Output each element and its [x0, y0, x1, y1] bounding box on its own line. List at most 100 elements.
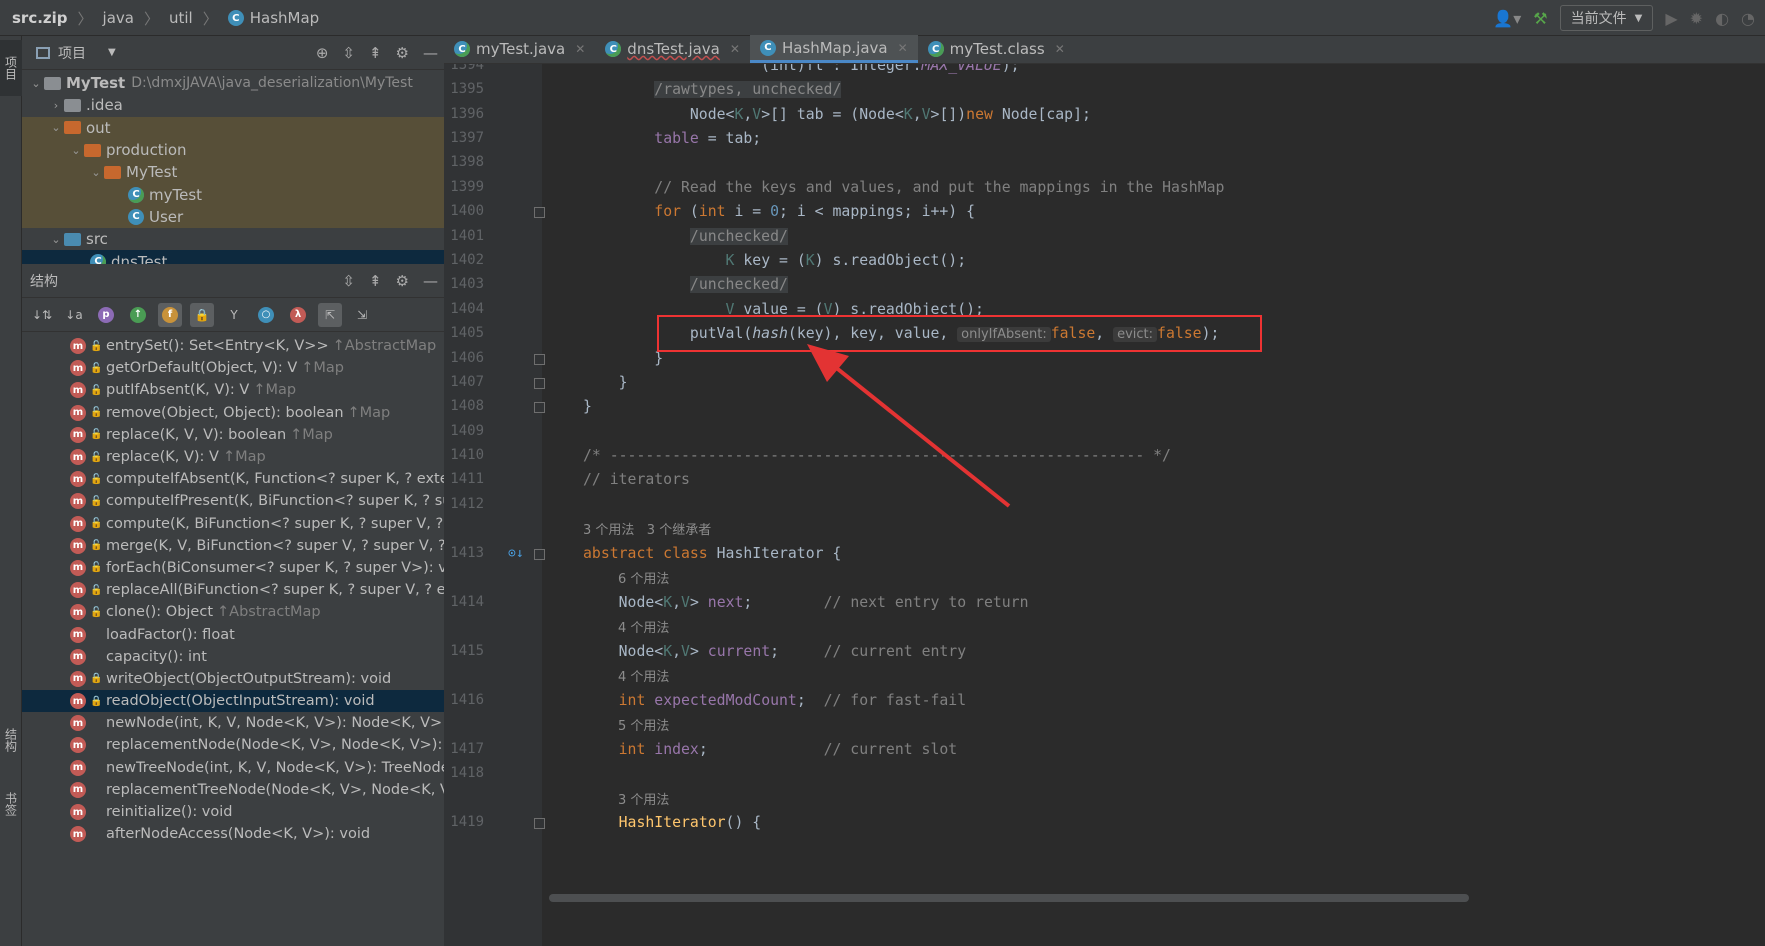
list-item[interactable]: m replacementNode(Node<K, V>, Node<K, V>… [22, 734, 444, 756]
list-item[interactable]: m afterNodeAccess(Node<K, V>): void [22, 823, 444, 845]
horizontal-scrollbar[interactable] [549, 894, 1469, 902]
collapse-all-icon[interactable]: ⇞ [369, 44, 382, 62]
tab-mytest-java[interactable]: CmyTest.java ✕ [444, 35, 595, 63]
fold-marker-icon[interactable] [534, 207, 545, 218]
method-icon: m [70, 537, 86, 554]
breadcrumb-class[interactable]: HashMap [250, 9, 319, 27]
tree-item-out[interactable]: ⌄ out [22, 116, 444, 139]
tab-mytest-class[interactable]: CmyTest.class ✕ [918, 35, 1075, 63]
show-lambdas-icon[interactable]: Y [222, 303, 246, 327]
tree-item-mytest-output[interactable]: ⌄ MyTest [22, 161, 444, 184]
show-anonymous-icon[interactable]: ○ [254, 303, 278, 327]
project-tool-tab[interactable]: 项目 [0, 40, 22, 96]
breadcrumb-zip[interactable]: src.zip [12, 9, 68, 27]
list-item[interactable]: m 🔓 replace(K, V): V ↑Map [22, 446, 444, 468]
close-icon[interactable]: ✕ [730, 42, 740, 56]
show-lambda-icon[interactable]: λ [286, 303, 310, 327]
list-item[interactable]: m 🔓 compute(K, BiFunction<? super K, ? sup… [22, 513, 444, 535]
chevron-down-icon[interactable]: ⌄ [68, 144, 84, 157]
list-item[interactable]: m newNode(int, K, V, Node<K, V>): Node<K… [22, 712, 444, 734]
chevron-down-icon[interactable]: ⌄ [48, 121, 64, 134]
implemented-marker-icon[interactable]: ⊙↓ [508, 546, 524, 561]
fold-marker-icon[interactable] [534, 354, 545, 365]
method-icon: m [70, 382, 86, 399]
chevron-down-icon[interactable]: ▼ [108, 47, 116, 58]
fold-marker-icon[interactable] [534, 818, 545, 829]
close-icon[interactable]: ✕ [898, 41, 908, 55]
tree-item-production[interactable]: ⌄ production [22, 138, 444, 162]
project-panel-title[interactable]: 项目 [58, 43, 86, 63]
gear-icon[interactable]: ⚙ [396, 272, 409, 290]
user-icon[interactable]: 👤▾ [1493, 9, 1521, 28]
line-number: 1407 [450, 374, 484, 390]
profile-icon[interactable]: ◔ [1741, 9, 1755, 28]
minimize-icon[interactable]: — [423, 272, 438, 290]
list-item[interactable]: m 🔓 clone(): Object ↑AbstractMap [22, 601, 444, 623]
expand-all-icon[interactable]: ⇳ [342, 44, 355, 62]
coverage-icon[interactable]: ◐ [1715, 9, 1729, 28]
tab-hashmap-java[interactable]: C HashMap.java ✕ [749, 35, 918, 63]
usage-hint[interactable]: 3 个用法 [618, 789, 669, 808]
chevron-down-icon[interactable]: ⌄ [88, 166, 104, 179]
show-properties-icon[interactable]: p [94, 303, 118, 327]
tab-dnstest-java[interactable]: CdnsTest.java ✕ [595, 35, 750, 63]
list-item[interactable]: m 🔓 computeIfPresent(K, BiFunction<? super… [22, 490, 444, 512]
list-item[interactable]: m 🔓 computeIfAbsent(K, Function<? super K,… [22, 468, 444, 490]
list-item-selected[interactable]: m 🔒 readObject(ObjectInputStream): void [22, 690, 444, 713]
usage-hint[interactable]: 3 个用法 3 个继承者 [583, 519, 711, 538]
tree-item-mytest-class[interactable]: C myTest [22, 183, 444, 206]
run-icon[interactable]: ▶ [1665, 9, 1677, 28]
list-item[interactable]: m 🔓 replace(K, V, V): boolean ↑Map [22, 424, 444, 446]
list-item[interactable]: m 🔓 forEach(BiConsumer<? super K, ? super … [22, 557, 444, 579]
breadcrumb-package-java[interactable]: java [103, 9, 134, 27]
method-icon: m [70, 604, 86, 621]
list-item[interactable]: m replacementTreeNode(Node<K, V>, Node<K… [22, 779, 444, 801]
chevron-down-icon[interactable]: ⌄ [28, 77, 44, 90]
show-non-public-icon[interactable]: 🔒 [190, 302, 214, 327]
chevron-down-icon[interactable]: ⌄ [48, 233, 64, 246]
run-config-select[interactable]: 当前文件 ▼ [1559, 5, 1654, 31]
tree-item-idea[interactable]: › .idea [22, 94, 444, 116]
minimize-icon[interactable]: — [423, 44, 438, 62]
autoscroll-to-source-icon[interactable]: ⇱ [318, 302, 342, 327]
list-item[interactable]: m reinitialize(): void [22, 801, 444, 823]
list-item[interactable]: m capacity(): int [22, 646, 444, 668]
list-item[interactable]: m 🔒 writeObject(ObjectOutputStream): void [22, 668, 444, 690]
build-hammer-icon[interactable]: ⚒ [1533, 9, 1547, 28]
chevron-right-icon[interactable]: › [48, 99, 64, 112]
show-fields-icon[interactable]: f [158, 302, 182, 327]
list-item[interactable]: m loadFactor(): float [22, 623, 444, 645]
usage-hint[interactable]: 4 个用法 [618, 617, 669, 636]
list-item[interactable]: m 🔓 putIfAbsent(K, V): V ↑Map [22, 379, 444, 401]
tree-item-mytest-root[interactable]: ⌄ MyTest D:\dmxjJAVA\java_deserializatio… [22, 72, 444, 94]
tree-item-src[interactable]: ⌄ src [22, 228, 444, 250]
list-item[interactable]: m newTreeNode(int, K, V, Node<K, V>): Tr… [22, 757, 444, 779]
list-item[interactable]: m 🔓 remove(Object, Object): boolean ↑Map [22, 402, 444, 424]
autoscroll-from-source-icon[interactable]: ⇲ [350, 303, 374, 327]
fold-marker-icon[interactable] [534, 549, 545, 560]
list-item[interactable]: m 🔓 replaceAll(BiFunction<? super K, ? sup… [22, 579, 444, 601]
sort-alpha-icon[interactable]: ↓a [62, 303, 86, 327]
code-editor[interactable]: 1394 (int)ft : Integer.MAX_VALUE); 1395 … [444, 64, 1765, 946]
fold-marker-icon[interactable] [534, 378, 545, 389]
close-icon[interactable]: ✕ [1055, 42, 1065, 56]
list-item[interactable]: m 🔓 entrySet(): Set<Entry<K, V>> ↑AbstractM… [22, 335, 444, 357]
fold-marker-icon[interactable] [534, 402, 545, 413]
close-icon[interactable]: ✕ [575, 42, 585, 56]
locate-icon[interactable]: ⊕ [316, 44, 329, 62]
expand-all-icon[interactable]: ⇳ [342, 272, 355, 290]
bookmarks-tool-tab[interactable]: 书签 [0, 776, 22, 832]
tree-item-user-class[interactable]: C User [22, 205, 444, 229]
sort-visibility-icon[interactable]: ↓⇅ [30, 303, 54, 327]
collapse-all-icon[interactable]: ⇞ [369, 272, 382, 290]
usage-hint[interactable]: 4 个用法 [618, 666, 669, 685]
gear-icon[interactable]: ⚙ [396, 44, 409, 62]
list-item[interactable]: m 🔓 merge(K, V, BiFunction<? super V, ? su… [22, 535, 444, 557]
show-inherited-icon[interactable]: ↑ [126, 303, 150, 327]
structure-tool-tab[interactable]: 结构 [0, 712, 22, 768]
debug-icon[interactable]: ✹ [1690, 9, 1703, 28]
list-item[interactable]: m 🔓 getOrDefault(Object, V): V ↑Map [22, 357, 444, 379]
breadcrumb-package-util[interactable]: util [169, 9, 193, 27]
usage-hint[interactable]: 6 个用法 [618, 568, 669, 587]
usage-hint[interactable]: 5 个用法 [618, 715, 669, 734]
